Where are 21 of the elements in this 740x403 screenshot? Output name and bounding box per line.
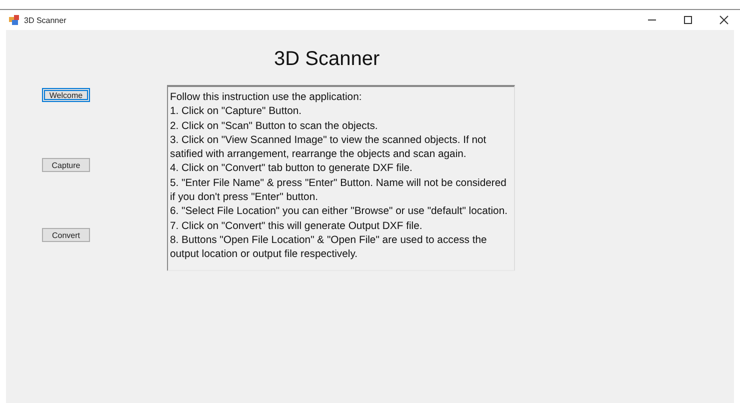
instruction-line: 2. Click on "Scan" Button to scan the objects.	[170, 120, 379, 134]
instruction-line: 4. Click on "Convert" tab button to generate DXF file.	[170, 162, 414, 176]
nav-button[interactable]: Convert	[42, 228, 90, 242]
app-heading: 3D Scanner	[273, 48, 381, 71]
instruction-line: satified with arrangement, rearrange the objects and scan again.	[170, 148, 468, 162]
nav-button[interactable]: Welcome	[42, 88, 90, 102]
instruction-line: 8. Buttons "Open File Location" & "Open File" are used to access the	[170, 234, 488, 248]
instruction-line: 1. Click on "Capture" Button.	[170, 105, 303, 120]
instruction-line: 6. "Select File Location" you can either "Browse" or use "default" location.	[170, 205, 508, 220]
nav-button[interactable]: Capture	[42, 158, 90, 172]
instruction-line: if you don't press "Enter" button.	[170, 191, 319, 206]
instruction-line: output location or output file respectively.	[170, 248, 359, 262]
instruction-line: 7. Click on "Convert" this will generate Output DXF file.	[170, 220, 424, 234]
instruction-line: 3. Click on "View Scanned Image" to view the scanned objects. If not	[170, 134, 488, 148]
instruction-line: 5. "Enter File Name" & press "Enter" Button. Name will not be considered	[170, 176, 508, 191]
close-icon[interactable]	[718, 14, 730, 26]
app-icon	[9, 15, 19, 25]
instruction-line: Follow this instruction use the application:	[170, 91, 363, 105]
maximize-icon[interactable]	[682, 14, 694, 26]
window-title: 3D Scanner	[24, 16, 68, 24]
instructions-textbox[interactable]	[167, 85, 515, 271]
